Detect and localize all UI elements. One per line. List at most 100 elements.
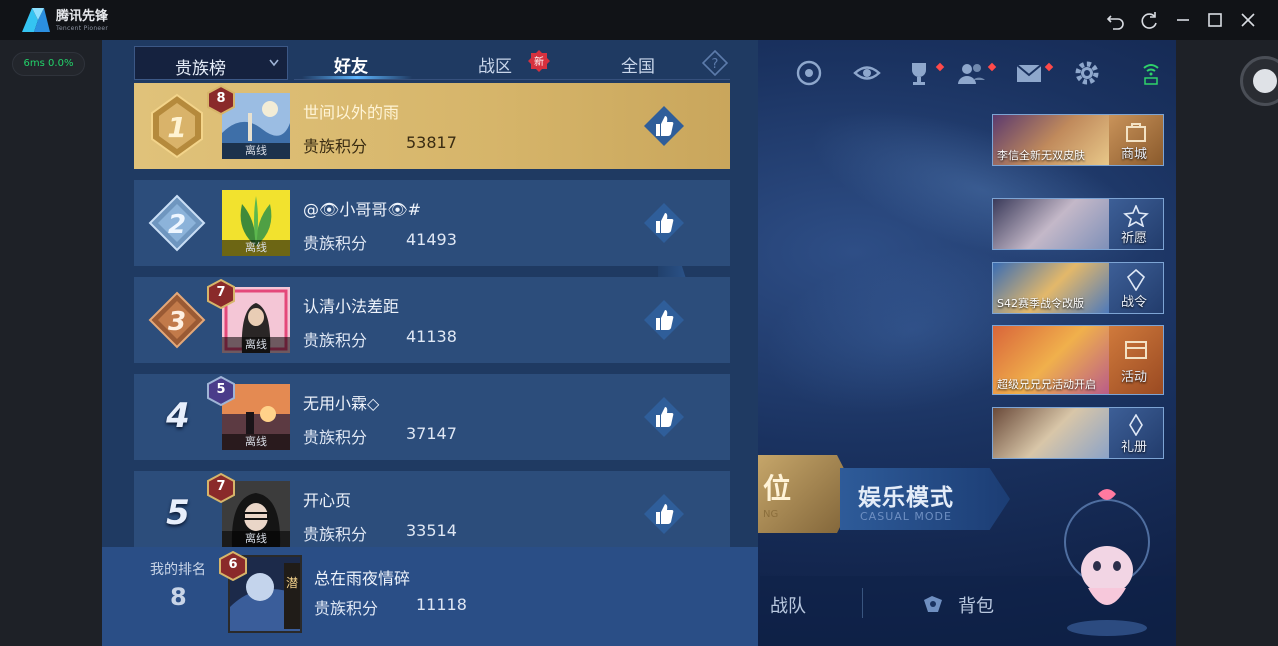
backpack-button[interactable]: 背包 xyxy=(958,592,994,618)
offline-status: 离线 xyxy=(222,434,290,450)
like-button[interactable] xyxy=(642,104,686,148)
divider xyxy=(862,588,863,618)
banner-caption: 李信全新无双皮肤 xyxy=(997,149,1085,162)
offline-status: 离线 xyxy=(222,531,290,547)
casual-mode-button[interactable]: 娱乐模式 CASUAL MODE xyxy=(840,468,1010,530)
banner-label: 战令 xyxy=(1120,295,1147,310)
banner-battle-pass[interactable]: 战令 S42赛季战令改版 xyxy=(992,262,1164,314)
notification-dot xyxy=(935,62,945,72)
banner-label: 祈愿 xyxy=(1120,231,1147,246)
banner-label: 礼册 xyxy=(1120,440,1147,455)
target-icon[interactable] xyxy=(794,58,824,88)
team-button[interactable]: 战队 xyxy=(770,592,806,618)
mail-icon[interactable] xyxy=(1014,58,1044,88)
backpack-icon xyxy=(920,592,946,616)
rank-silver-emblem-icon: 2 xyxy=(144,190,210,256)
banner-label: 活动 xyxy=(1120,370,1147,385)
app-subtitle: Tencent Pioneer xyxy=(56,25,109,32)
mascot-character[interactable] xyxy=(1052,480,1162,640)
event-icon xyxy=(1123,338,1149,360)
tab-friends[interactable]: 好友 xyxy=(296,52,406,77)
my-rank-number: 8 xyxy=(170,583,187,611)
banner-art xyxy=(993,199,1111,249)
svg-text:?: ? xyxy=(712,57,719,72)
svg-text:新: 新 xyxy=(534,55,544,68)
rank-bronze-emblem-icon: 3 xyxy=(144,287,210,353)
thumbs-up-icon xyxy=(644,300,684,340)
score-value: 11118 xyxy=(416,595,467,614)
like-button[interactable] xyxy=(642,395,686,439)
notification-dot xyxy=(987,62,997,72)
minimize-icon[interactable] xyxy=(1171,8,1195,32)
thumbs-up-icon xyxy=(644,494,684,534)
banner-caption: S42赛季战令改版 xyxy=(997,297,1084,310)
help-icon[interactable]: ? xyxy=(701,49,729,77)
window-titlebar: 腾讯先锋 Tencent Pioneer xyxy=(0,0,1278,40)
leaderboard-type-dropdown[interactable]: 贵族榜 xyxy=(134,46,288,80)
score-label: 贵族积分 xyxy=(303,525,368,544)
friends-icon[interactable] xyxy=(956,58,986,88)
svg-text:2: 2 xyxy=(168,210,186,240)
player-name: 无用小霖◇ xyxy=(303,394,380,413)
score-label: 贵族积分 xyxy=(303,137,368,156)
leaderboard-row[interactable]: 2 离线 @👁小哥哥👁# 贵族积分 41493 xyxy=(134,180,730,266)
score-value: 37147 xyxy=(406,424,457,443)
right-sidebar xyxy=(1176,40,1278,646)
emulator-float-button[interactable] xyxy=(1240,56,1278,106)
left-sidebar: 6ms 0.0% xyxy=(0,40,102,646)
player-name: @👁小哥哥👁# xyxy=(303,200,422,219)
shop-icon xyxy=(1123,121,1149,143)
svg-text:潜: 潜 xyxy=(286,576,298,590)
wifi-signal-icon xyxy=(1136,58,1166,88)
tab-divider xyxy=(294,79,730,80)
like-button[interactable] xyxy=(642,201,686,245)
noble-level-badge: 5 xyxy=(206,375,236,407)
thumbs-up-icon xyxy=(644,106,684,146)
leaderboard-row[interactable]: 3 离线 7 认清小法差距 贵族积分 41138 xyxy=(134,277,730,363)
wish-star-icon xyxy=(1123,203,1149,228)
score-label: 贵族积分 xyxy=(314,599,379,618)
banner-gift-book[interactable]: 礼册 xyxy=(992,407,1164,459)
my-rank-label: 我的排名 xyxy=(150,562,206,578)
ranked-mode-label: 位 xyxy=(763,472,792,505)
latency-indicator: 6ms 0.0% xyxy=(12,52,85,76)
undo-icon[interactable] xyxy=(1104,8,1128,32)
svg-text:1: 1 xyxy=(167,111,186,144)
close-icon[interactable] xyxy=(1236,8,1260,32)
score-label: 贵族积分 xyxy=(303,234,368,253)
score-value: 41138 xyxy=(406,327,457,346)
rank-number: 4 xyxy=(166,396,190,436)
noble-level-badge: 7 xyxy=(206,472,236,504)
score-label: 贵族积分 xyxy=(303,331,368,350)
rank-gold-emblem-icon: 1 xyxy=(144,93,210,159)
player-name: 认清小法差距 xyxy=(303,297,400,316)
banner-art xyxy=(993,408,1111,458)
score-value: 53817 xyxy=(406,133,457,152)
dropdown-label: 贵族榜 xyxy=(175,59,226,79)
offline-status: 离线 xyxy=(222,240,290,256)
leaderboard-row[interactable]: 4 离线 5 无用小霖◇ 贵族积分 37147 xyxy=(134,374,730,460)
tab-national[interactable]: 全国 xyxy=(583,52,693,77)
active-tab-indicator xyxy=(302,76,412,79)
banner-event[interactable]: 活动 超级兄兄兄活动开启 xyxy=(992,325,1164,395)
trophy-icon[interactable] xyxy=(904,58,934,88)
eye-icon[interactable] xyxy=(852,58,882,88)
refresh-icon[interactable] xyxy=(1137,8,1161,32)
like-button[interactable] xyxy=(642,298,686,342)
leaderboard-row[interactable]: 5 离线 7 开心页 贵族积分 33514 xyxy=(134,471,730,547)
leaderboard-row[interactable]: 1 离线 8 世间以外的雨 贵族积分 53817 xyxy=(134,83,730,169)
banner-shop[interactable]: 商城 李信全新无双皮肤 xyxy=(992,114,1164,166)
chevron-down-icon xyxy=(269,59,279,67)
player-name: 世间以外的雨 xyxy=(303,103,400,122)
settings-gear-icon[interactable] xyxy=(1072,58,1102,88)
my-player-name: 总在雨夜情碎 xyxy=(314,569,411,588)
notification-dot xyxy=(1044,62,1054,72)
player-avatar[interactable]: 离线 xyxy=(222,190,290,256)
banner-wish[interactable]: 祈愿 xyxy=(992,198,1164,250)
maximize-icon[interactable] xyxy=(1203,8,1227,32)
like-button[interactable] xyxy=(642,492,686,536)
app-name: 腾讯先锋 xyxy=(56,9,109,24)
gift-book-icon xyxy=(1123,413,1149,437)
casual-mode-sub: CASUAL MODE xyxy=(860,510,952,523)
app-logo-icon xyxy=(20,6,52,34)
